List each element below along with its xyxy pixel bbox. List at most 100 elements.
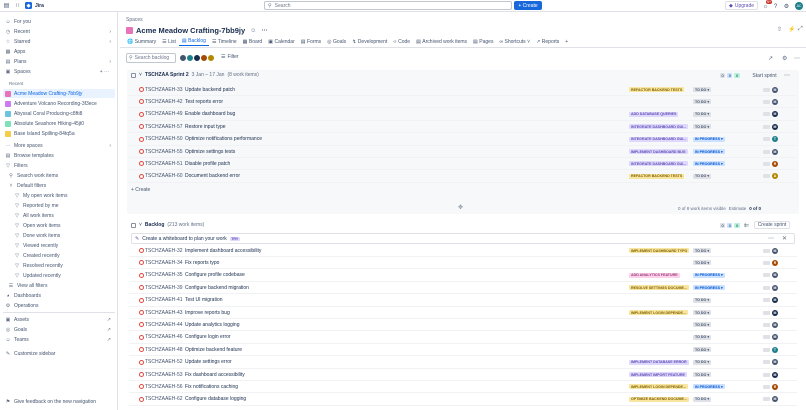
status-dropdown[interactable]: IN PROGRESS ▾ xyxy=(693,272,725,278)
table-row[interactable]: TSCHZAAEH-62 Configure database logging OP… xyxy=(129,394,797,406)
sidebar-item-default-filters[interactable]: ˅ Default filters xyxy=(6,181,115,190)
sprint-header[interactable]: ˅ TSCHZAA Sprint 2 3 Jan – 17 Jan (8 wor… xyxy=(131,72,259,78)
sidebar-toggle-icon[interactable]: ▤ xyxy=(3,2,10,9)
work-item-summary[interactable]: Test reports error xyxy=(185,99,223,105)
assignee-avatar[interactable]: M xyxy=(772,111,778,118)
epic-label[interactable]: INTEGRATE DASHBOARD GUI... xyxy=(629,124,689,130)
backlog-settings-icon[interactable]: ⇇ xyxy=(744,222,749,229)
jira-logo-icon[interactable]: ◆ xyxy=(25,2,32,9)
work-item-key[interactable]: TSCHZAAEH-42 xyxy=(145,99,183,105)
filter-item-2[interactable]: ▽ All work items xyxy=(12,211,115,220)
tab-shortcuts[interactable]: ∞ Shortcuts ˅ xyxy=(496,37,533,46)
table-row[interactable]: TSCHZAAEH-39 Configure backend migration R… xyxy=(129,282,797,295)
filter-item-4[interactable]: ▽ Done work items xyxy=(12,231,115,240)
work-item-summary[interactable]: Disable profile patch xyxy=(185,161,230,167)
user-avatar[interactable]: AC xyxy=(795,2,803,10)
table-row[interactable]: TSCHZAAEH-50 Optimize notifications perfo… xyxy=(129,134,797,146)
work-item-summary[interactable]: Enable dashboard bug xyxy=(185,111,235,117)
status-dropdown[interactable]: TO DO ▾ xyxy=(693,322,712,328)
work-item-key[interactable]: TSCHZAAEH-43 xyxy=(145,310,183,316)
create-button[interactable]: + Create xyxy=(514,1,542,10)
backlog-checkbox[interactable] xyxy=(131,222,136,228)
story-points-field[interactable] xyxy=(763,149,770,154)
sidebar-item-dashboards[interactable]: ◕ Dashboards xyxy=(3,291,115,300)
status-dropdown[interactable]: IN PROGRESS ▾ xyxy=(693,149,725,154)
status-dropdown[interactable]: TO DO ▾ xyxy=(693,99,712,105)
assignee-avatar[interactable]: A xyxy=(772,173,778,180)
tab-forms[interactable]: ▤ Forms xyxy=(298,37,324,46)
work-item-summary[interactable]: Fix dashboard accessibility xyxy=(185,372,245,378)
filter-item-5[interactable]: ▽ Viewed recently xyxy=(12,241,115,250)
table-row[interactable]: TSCHZAAEH-56 Fix notifications caching IMP… xyxy=(129,381,797,394)
work-item-summary[interactable]: Update backend patch xyxy=(185,87,235,93)
sprint-checkbox[interactable] xyxy=(131,72,136,78)
sidebar-item-more-spaces[interactable]: ⋯ More spaces › xyxy=(3,141,115,150)
upgrade-button[interactable]: ◆ Upgrade xyxy=(725,1,758,10)
assignee-avatar[interactable]: R xyxy=(772,259,778,266)
assignee-avatar[interactable]: M xyxy=(772,321,778,328)
work-item-summary[interactable]: Document backend error xyxy=(185,173,240,179)
work-item-summary[interactable]: Configure database logging xyxy=(185,396,246,402)
work-item-summary[interactable]: Configure backend migration xyxy=(185,285,249,291)
sidebar-item-recent[interactable]: ◷ Recent › xyxy=(3,27,115,36)
story-points-field[interactable] xyxy=(763,397,770,402)
status-dropdown[interactable]: TO DO ▾ xyxy=(693,260,712,266)
backlog-search-input[interactable]: ⚲ Search backlog xyxy=(126,53,176,63)
tab-pages[interactable]: ▤ Pages xyxy=(470,37,496,46)
status-dropdown[interactable]: TO DO ▾ xyxy=(693,359,712,365)
epic-label[interactable]: REFACTOR BACKEND TESTS xyxy=(629,87,685,92)
sidebar-item-assets[interactable]: ▣ Assets ↗ xyxy=(3,315,115,324)
table-row[interactable]: TSCHZAAEH-51 Disable profile patch INTEGRA… xyxy=(129,158,797,171)
work-item-summary[interactable]: Configure login error xyxy=(185,334,231,340)
work-item-key[interactable]: TSCHZAAEH-41 xyxy=(145,297,183,303)
create-sprint-button[interactable]: Create sprint xyxy=(754,221,790,229)
sidebar-item-search-work-items[interactable]: ⚲ Search work items xyxy=(6,171,115,180)
assignee-avatar[interactable]: T xyxy=(772,136,778,143)
tab-timeline[interactable]: ☰ Timeline xyxy=(209,37,240,46)
story-points-field[interactable] xyxy=(763,124,770,129)
assignee-avatar[interactable]: R xyxy=(772,383,778,390)
sprint-create-button[interactable]: + Create xyxy=(131,187,150,193)
avatar[interactable] xyxy=(207,54,215,62)
assignee-avatar[interactable]: R xyxy=(772,160,778,167)
assignee-avatar[interactable]: M xyxy=(772,123,778,130)
epic-label[interactable]: IMPLEMENT DASHBOARD BUG xyxy=(629,149,688,154)
breadcrumb[interactable]: Spaces xyxy=(126,17,143,23)
status-dropdown[interactable]: TO DO ▾ xyxy=(693,173,712,179)
drag-handle-icon[interactable]: ✥ xyxy=(458,204,463,211)
table-row[interactable]: TSCHZAAEH-34 Fix reports typo TO DO ▾ R xyxy=(129,257,797,270)
story-points-field[interactable] xyxy=(763,137,770,142)
assignee-avatar[interactable]: M xyxy=(772,396,778,403)
work-item-summary[interactable]: Restore input type xyxy=(185,124,226,130)
backlog-header[interactable]: ˅ Backlog (213 work items) xyxy=(131,222,204,228)
story-points-field[interactable] xyxy=(763,273,770,278)
status-dropdown[interactable]: TO DO ▾ xyxy=(693,396,712,402)
epic-label[interactable]: REFACTOR BACKEND TESTS xyxy=(629,173,685,179)
app-switcher-icon[interactable]: ∷ xyxy=(14,2,21,9)
story-points-field[interactable] xyxy=(763,310,770,315)
notifications-icon[interactable]: ☼ xyxy=(762,3,769,10)
work-item-summary[interactable]: Improve reports bug xyxy=(185,310,230,316)
story-points-field[interactable] xyxy=(763,335,770,340)
status-dropdown[interactable]: IN PROGRESS ▾ xyxy=(693,136,725,142)
status-dropdown[interactable]: TO DO ▾ xyxy=(693,248,712,253)
add-space-icon[interactable]: + ⋯ xyxy=(100,69,109,75)
table-row[interactable]: TSCHZAAEH-55 Optimize settings tests IMPLE… xyxy=(129,146,797,158)
sidebar-item-for-you[interactable]: ☺ For you xyxy=(3,17,115,26)
chevron-down-icon[interactable]: ˅ xyxy=(139,222,142,228)
sidebar-item-teams[interactable]: ☺ Teams ↗ xyxy=(3,335,115,344)
feedback-link[interactable]: ⚑ Give feedback on the new navigation xyxy=(3,397,115,406)
chart-icon[interactable]: ↗ xyxy=(768,55,773,62)
filter-item-8[interactable]: ▽ Updated recently xyxy=(12,271,115,280)
table-row[interactable]: TSCHZAAEH-49 Enable dashboard bug ADD DATA… xyxy=(129,109,797,121)
epic-label[interactable]: IMPLEMENT LOGIN DEPENDE... xyxy=(629,310,688,315)
sidebar-item-apps[interactable]: ▦ Apps xyxy=(3,47,115,56)
work-item-key[interactable]: TSCHZAAEH-34 xyxy=(145,260,183,266)
assignee-avatar[interactable]: M xyxy=(772,284,778,291)
space-item-0[interactable]: Acme Meadow Crafting-7bb9jy xyxy=(3,89,115,98)
space-item-2[interactable]: Abyssal Coral Producing-c8fti8 xyxy=(3,109,115,118)
tab-board[interactable]: ▦ Board xyxy=(240,37,266,46)
sidebar-item-browse-templates[interactable]: ▤ Browse templates xyxy=(3,151,115,160)
work-item-key[interactable]: TSCHZAAEH-52 xyxy=(145,359,183,365)
share-icon[interactable]: ⇧ xyxy=(777,26,782,33)
